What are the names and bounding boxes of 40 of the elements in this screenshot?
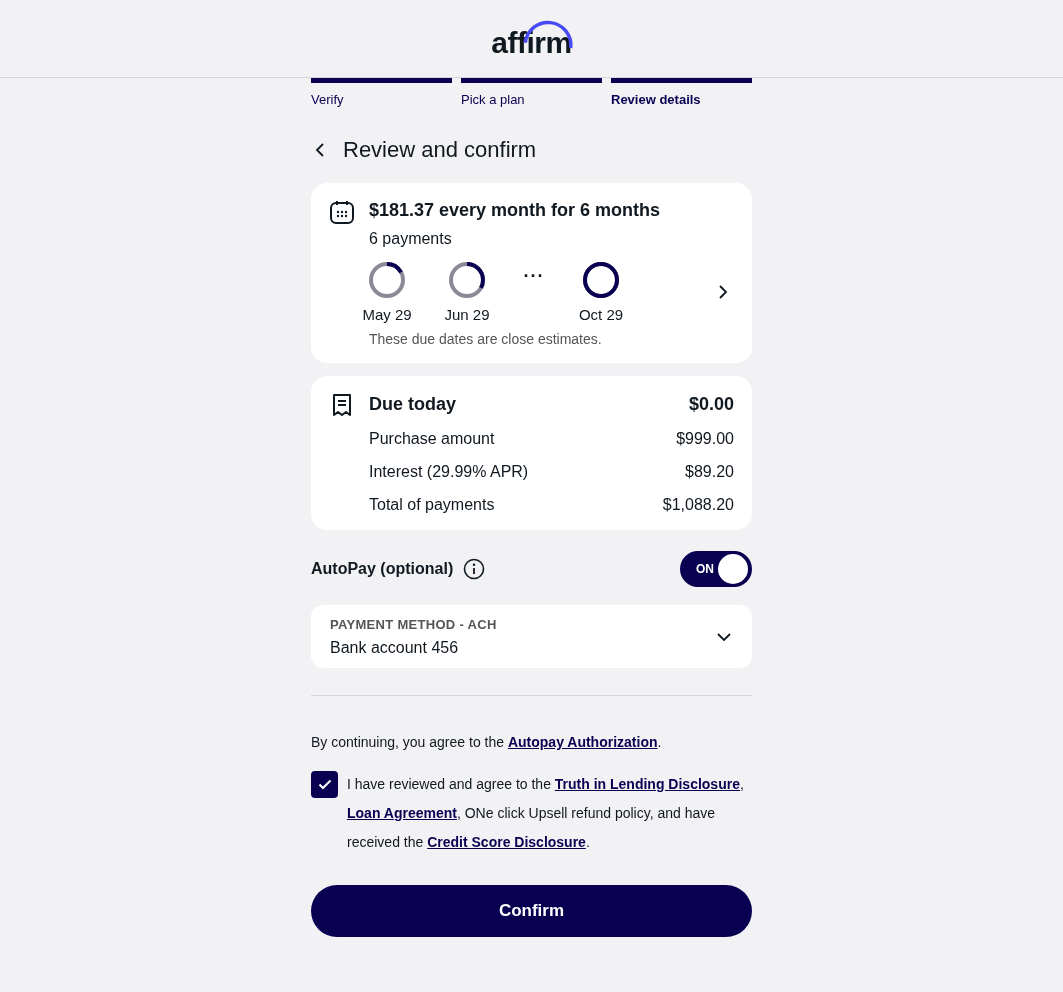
payment-count: 6 payments	[369, 230, 453, 248]
progress-ring	[447, 260, 487, 300]
payment-method-dropdown[interactable]: PAYMENT METHOD - ACH Bank account 456	[311, 605, 752, 668]
chevron-right-icon[interactable]	[718, 284, 728, 300]
plan-headline: $181.37 every month for 6 months	[369, 200, 662, 221]
link[interactable]: Credit Score Disclosure	[427, 834, 586, 850]
calendar-icon	[329, 199, 355, 225]
back-icon[interactable]	[315, 142, 325, 158]
due-date: May 29	[362, 306, 412, 323]
cost-label: Purchase amount	[369, 430, 495, 448]
logo: affirm	[491, 17, 572, 60]
estimate-note: These due dates are close estimates.	[369, 331, 603, 347]
due-date: Jun 29	[444, 306, 490, 323]
cost-value: $1,088.20	[662, 496, 734, 514]
ellipsis: ···	[522, 266, 546, 287]
chevron-down-icon	[716, 632, 732, 642]
checkmark-icon	[317, 779, 332, 790]
autopay-toggle[interactable]: ON	[680, 551, 752, 587]
step-label: Pick a plan	[461, 91, 526, 107]
step-label: Review details	[611, 91, 702, 107]
link[interactable]: Truth in Lending Disclosure	[554, 776, 740, 792]
due-date: Oct 29	[578, 306, 624, 323]
info-icon[interactable]	[463, 558, 486, 580]
consent-text: By continuing, you agree to the Autopay Authorization.	[311, 733, 663, 752]
agreement-checkbox[interactable]	[311, 771, 338, 798]
due-label: Due today	[369, 394, 456, 415]
cost-label: Interest (29.99% APR)	[369, 463, 529, 481]
step-label: Verify	[311, 91, 345, 107]
link[interactable]: Loan Agreement	[347, 805, 457, 821]
cost-label: Total of payments	[369, 496, 495, 514]
cost-value: $999.00	[676, 430, 734, 448]
autopay-label: AutoPay (optional)	[311, 560, 454, 578]
progress-ring	[581, 260, 621, 300]
agreement-text: I have reviewed and agree to the Truth in Lending Disclosure, Loan Agreement, ONe click Upsell refund policy, and have received the Credit Score Disclosure.	[347, 775, 745, 852]
confirm-button[interactable]: Confirm	[311, 885, 752, 937]
link[interactable]: Autopay Authorization	[507, 734, 658, 750]
due-amount: $0.00	[688, 394, 734, 415]
progress-ring	[367, 260, 407, 300]
page-title: Review and confirm	[343, 137, 537, 163]
cost-value: $89.20	[685, 463, 734, 481]
